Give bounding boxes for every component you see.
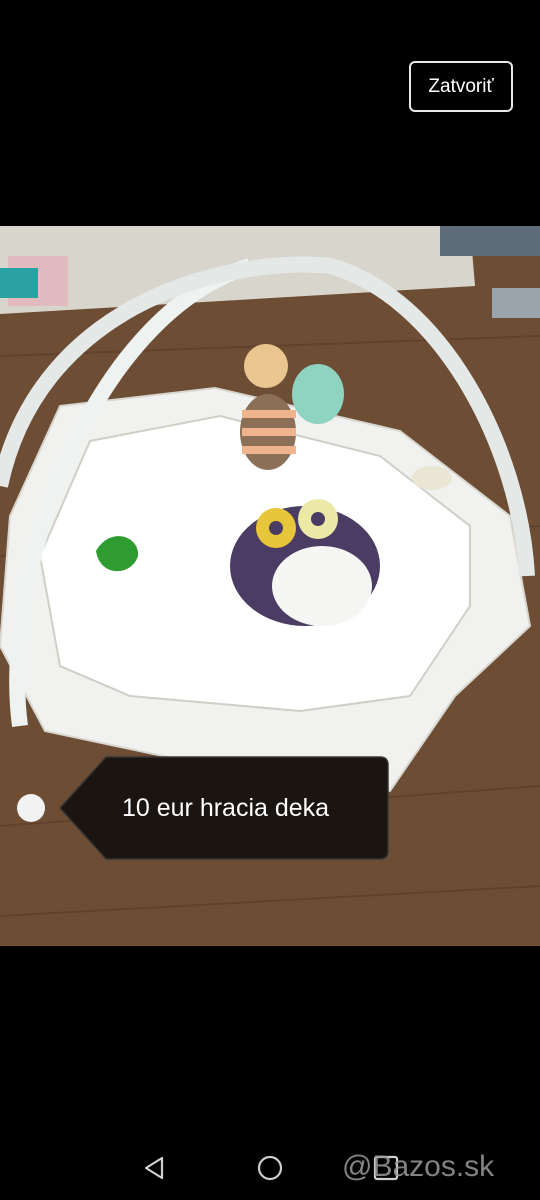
caption-dot xyxy=(17,794,45,822)
bazos-watermark: @Bazos.sk xyxy=(342,1150,495,1183)
caption-bubble: 10 eur hracia deka xyxy=(60,755,389,861)
home-icon[interactable] xyxy=(256,1154,284,1187)
back-icon[interactable] xyxy=(140,1154,168,1187)
close-button[interactable]: Zatvoriť xyxy=(409,61,513,112)
caption-text: 10 eur hracia deka xyxy=(122,793,330,822)
